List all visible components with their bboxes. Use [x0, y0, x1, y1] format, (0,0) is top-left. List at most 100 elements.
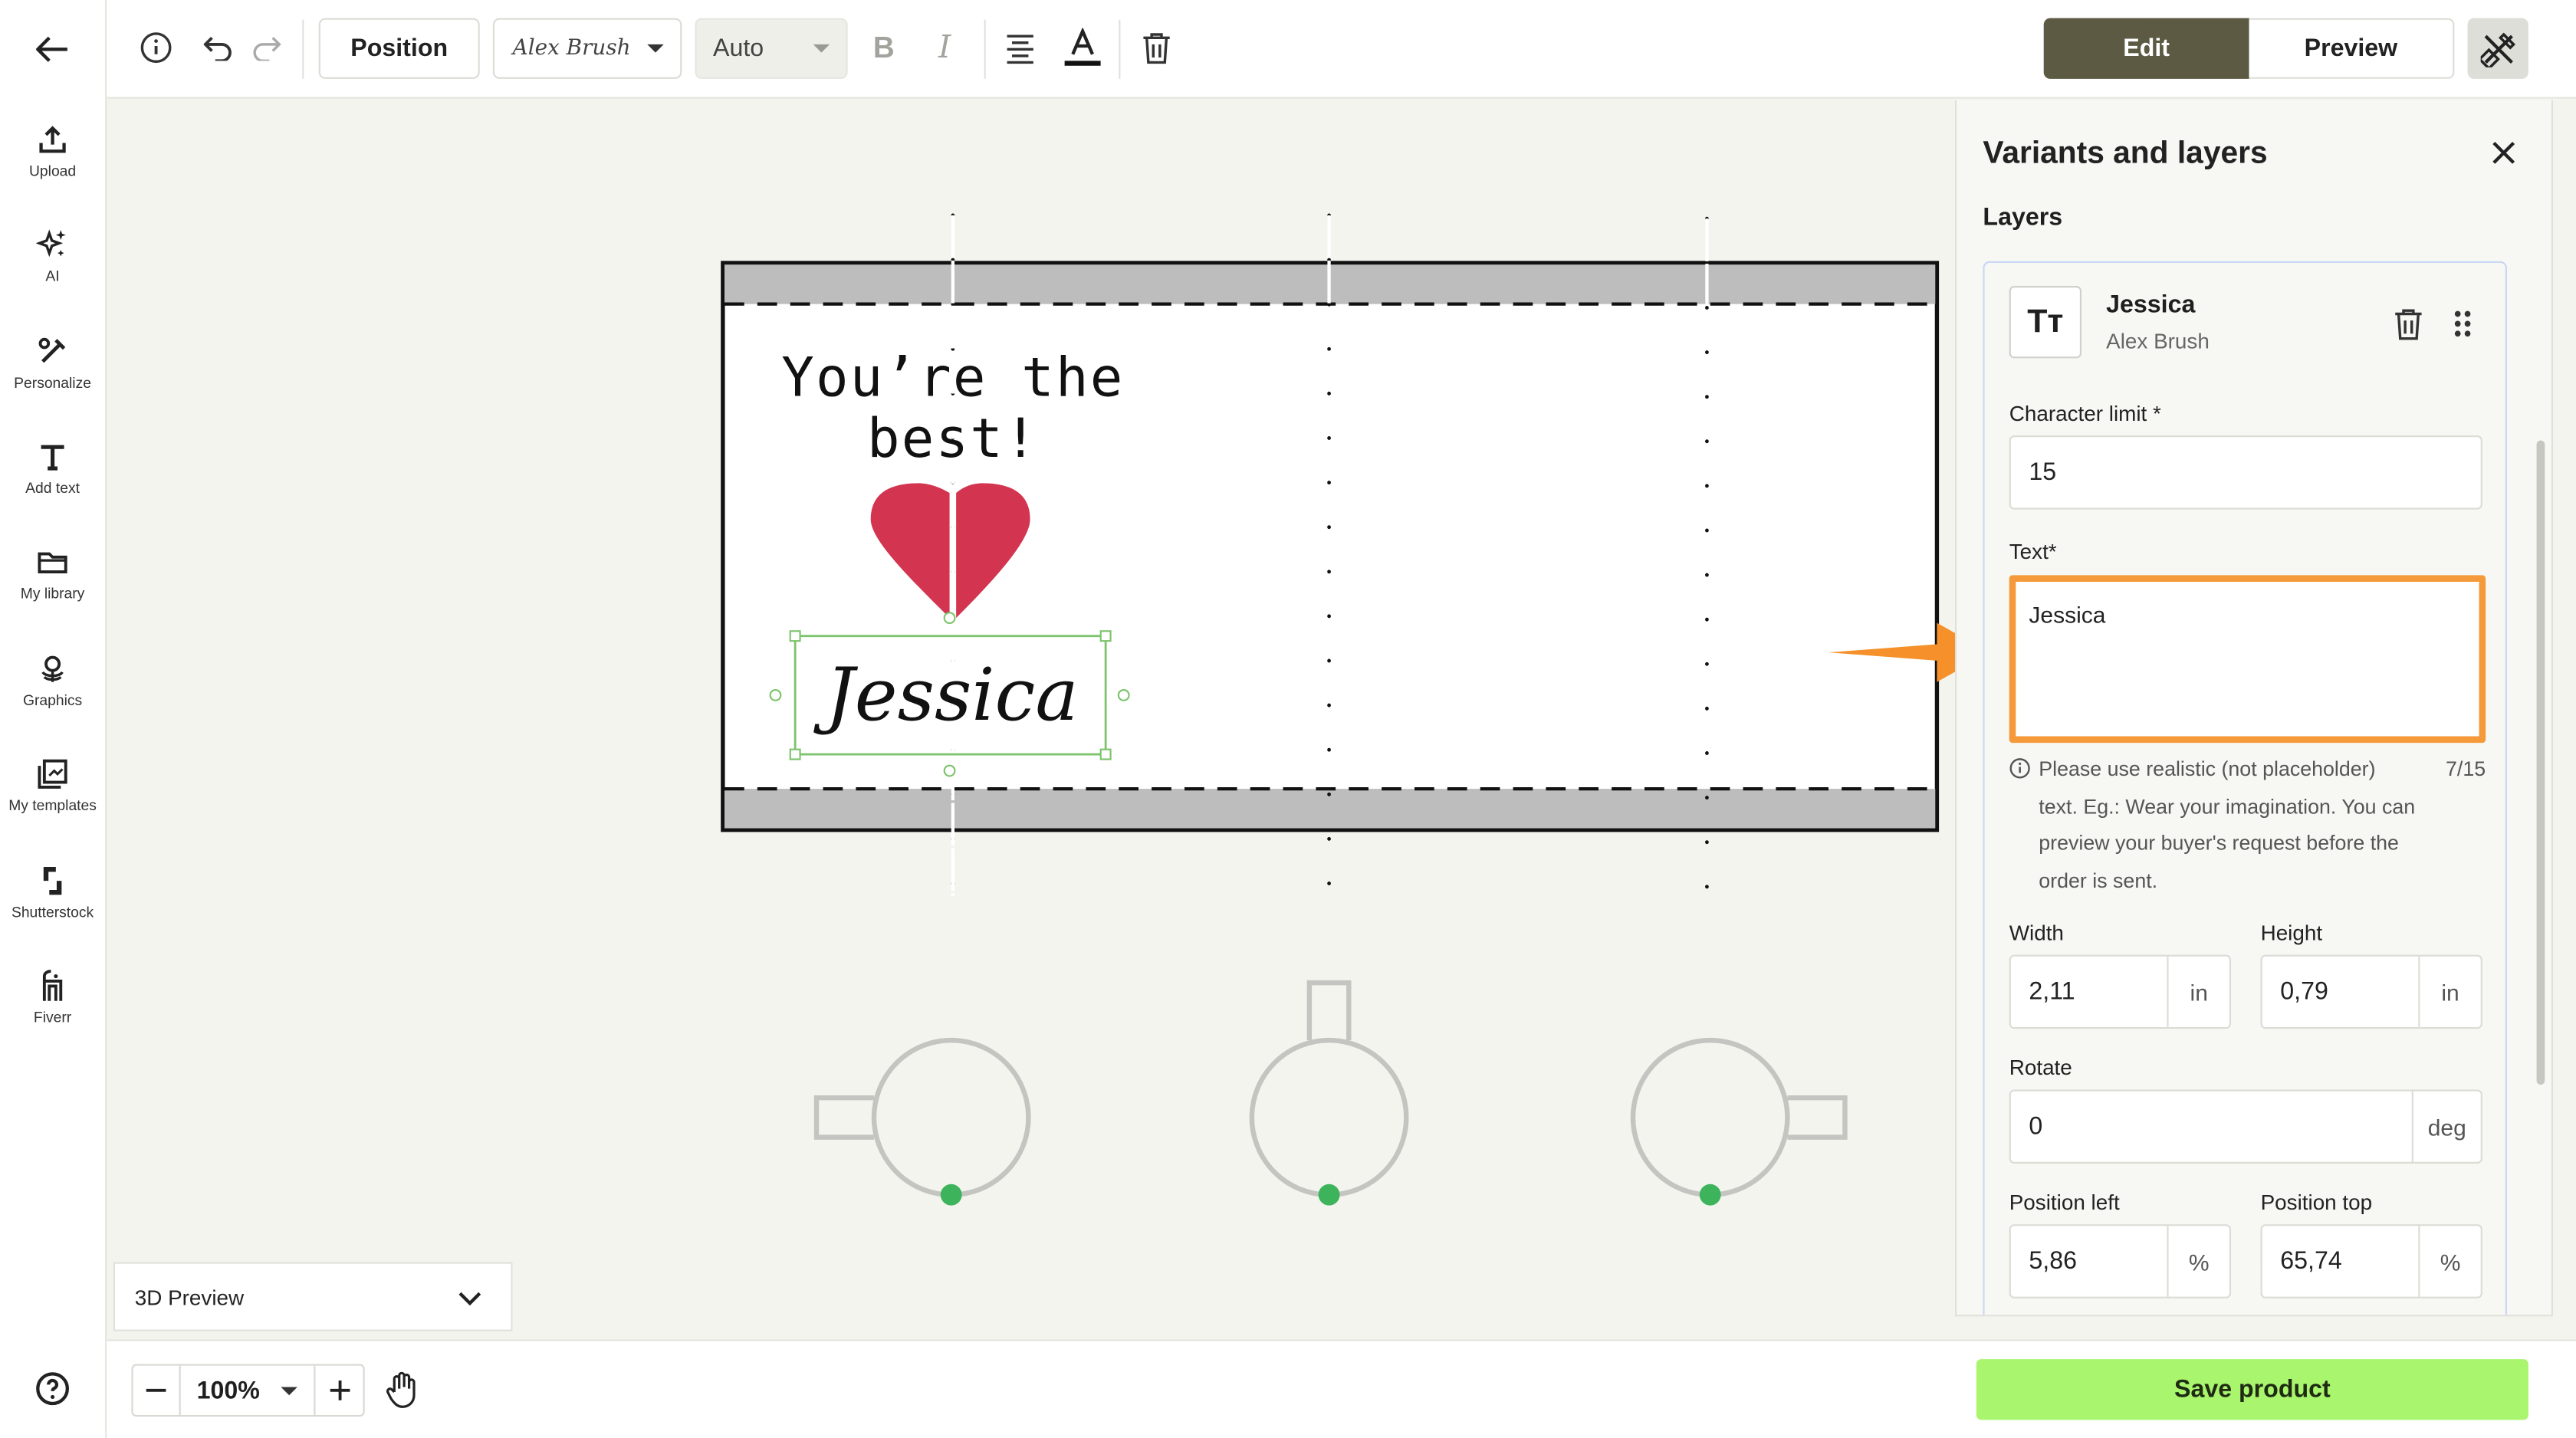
text-layer-icon: Tт: [2009, 286, 2082, 359]
text-color-icon: [1064, 28, 1101, 66]
variants-layers-panel: Variants and layers Layers Tт Jessica Al…: [1955, 100, 2553, 1317]
required-mark: *: [2048, 539, 2057, 564]
help-button[interactable]: [33, 1369, 72, 1408]
toolbar-divider: [1119, 19, 1121, 79]
panel-title: Variants and layers: [1983, 136, 2268, 171]
mug-view-left[interactable]: [813, 1037, 1031, 1197]
mug-view-dot[interactable]: [1699, 1184, 1721, 1206]
info-button[interactable]: [136, 28, 176, 67]
delete-button[interactable]: [1137, 28, 1176, 67]
position-top-label: Position top: [2260, 1190, 2373, 1215]
rotate-handle[interactable]: [943, 764, 956, 777]
ai-sparkle-icon: [36, 229, 66, 258]
width-label: Width: [2009, 920, 2064, 945]
headline-line-1: You’re the: [781, 345, 1125, 409]
font-select-value: Alex Brush: [512, 36, 631, 61]
save-product-button[interactable]: Save product: [1976, 1359, 2528, 1420]
rail-my-templates[interactable]: My templates: [0, 757, 105, 849]
rail-upload[interactable]: Upload: [0, 123, 105, 215]
mug-view-dot[interactable]: [940, 1184, 962, 1206]
rail-shutterstock[interactable]: Shutterstock: [0, 865, 105, 957]
templates-icon: [38, 759, 67, 789]
side-handle[interactable]: [769, 688, 782, 701]
fiverr-icon: [42, 970, 63, 1001]
bold-button[interactable]: B: [864, 28, 903, 67]
side-handle[interactable]: [1117, 688, 1130, 701]
layer-font: Alex Brush: [2106, 328, 2210, 353]
char-limit-label: Character limit *: [2009, 401, 2161, 425]
drag-handle-icon[interactable]: [2453, 307, 2472, 340]
rail-graphics[interactable]: Graphics: [0, 652, 105, 744]
panel-scrollbar[interactable]: [2536, 440, 2545, 1085]
font-size-value: Auto: [713, 34, 764, 63]
name-text-layer[interactable]: Jessica: [798, 636, 1106, 754]
undo-icon: [203, 36, 232, 61]
height-input[interactable]: 0,79 in: [2260, 954, 2482, 1029]
position-button[interactable]: Position: [318, 18, 480, 79]
mug-view-front[interactable]: [1249, 980, 1409, 1197]
position-left-input[interactable]: 5,86 %: [2009, 1224, 2231, 1298]
char-limit-input[interactable]: 15: [2009, 435, 2482, 510]
font-size-select[interactable]: Auto: [695, 18, 848, 79]
width-value: 2,11: [2029, 977, 2075, 1006]
rotate-input[interactable]: 0 deg: [2009, 1089, 2482, 1164]
italic-button[interactable]: I: [925, 28, 964, 67]
rail-label: Fiverr: [33, 1009, 72, 1026]
layers-heading: Layers: [1983, 203, 2063, 232]
back-button[interactable]: [33, 26, 72, 72]
zoom-in-button[interactable]: [316, 1366, 363, 1415]
preview-mode-button[interactable]: Preview: [2249, 18, 2455, 79]
position-left-unit: %: [2167, 1226, 2229, 1297]
height-unit: in: [2418, 956, 2480, 1027]
rail-fiverr[interactable]: Fiverr: [0, 970, 105, 1062]
rail-label: Graphics: [22, 691, 83, 709]
width-input[interactable]: 2,11 in: [2009, 954, 2231, 1029]
plus-icon: [329, 1380, 350, 1400]
rail-label: AI: [45, 268, 60, 284]
rail-label: Personalize: [14, 374, 91, 392]
mug-view-dot[interactable]: [1318, 1184, 1340, 1206]
height-label: Height: [2260, 920, 2323, 945]
rotate-label: Rotate: [2009, 1055, 2072, 1080]
align-center-icon: [1007, 34, 1033, 64]
layer-header[interactable]: Tт Jessica Alex Brush: [2009, 286, 2486, 362]
text-label: Text*: [2009, 539, 2057, 563]
edit-mode-button[interactable]: Edit: [2043, 18, 2249, 79]
bottom-bar: 100% Save product: [107, 1339, 2576, 1438]
position-left-label: Position left: [2009, 1190, 2120, 1215]
rail-ai[interactable]: AI: [0, 228, 105, 320]
pan-tool-button[interactable]: [383, 1371, 422, 1410]
rotate-unit: deg: [2411, 1091, 2481, 1162]
zoom-select[interactable]: 100%: [180, 1365, 316, 1415]
text-input[interactable]: Jessica: [2009, 575, 2486, 744]
3d-preview-select[interactable]: 3D Preview: [113, 1262, 513, 1331]
hand-icon: [386, 1371, 416, 1408]
undo-button[interactable]: [199, 28, 238, 67]
side-handle[interactable]: [943, 612, 956, 625]
trash-icon[interactable]: [2394, 307, 2423, 340]
info-icon: [2009, 758, 2030, 779]
rail-my-library[interactable]: My library: [0, 546, 105, 638]
rail-add-text[interactable]: Add text: [0, 441, 105, 533]
zoom-out-button[interactable]: [133, 1365, 181, 1415]
rail-personalize[interactable]: Personalize: [0, 335, 105, 427]
rail-label: My library: [20, 585, 85, 602]
font-select[interactable]: Alex Brush: [492, 18, 682, 79]
align-button[interactable]: [1001, 28, 1040, 67]
text-color-button[interactable]: [1063, 28, 1102, 67]
top-toolbar: Position Alex Brush Auto B I Edit Previe…: [107, 0, 2576, 99]
personalize-icon: [38, 337, 66, 363]
headline-text-layer[interactable]: You’re the best!: [756, 346, 1150, 468]
char-limit-label-text: Character limit: [2009, 401, 2147, 426]
tools-button[interactable]: [2467, 18, 2528, 79]
height-value: 0,79: [2280, 977, 2328, 1006]
redo-button[interactable]: [246, 28, 285, 67]
close-panel-button[interactable]: [2491, 140, 2521, 169]
position-top-input[interactable]: 65,74 %: [2260, 1224, 2482, 1298]
chevron-down-icon: [813, 44, 830, 53]
mug-view-right[interactable]: [1630, 1037, 1848, 1197]
redo-icon: [253, 37, 281, 61]
design-canvas[interactable]: You’re the best! Jessica 3D Preview: [107, 100, 1990, 1338]
folder-icon: [38, 552, 67, 574]
left-rail: Upload AI Personalize Add text My librar…: [0, 0, 107, 1438]
